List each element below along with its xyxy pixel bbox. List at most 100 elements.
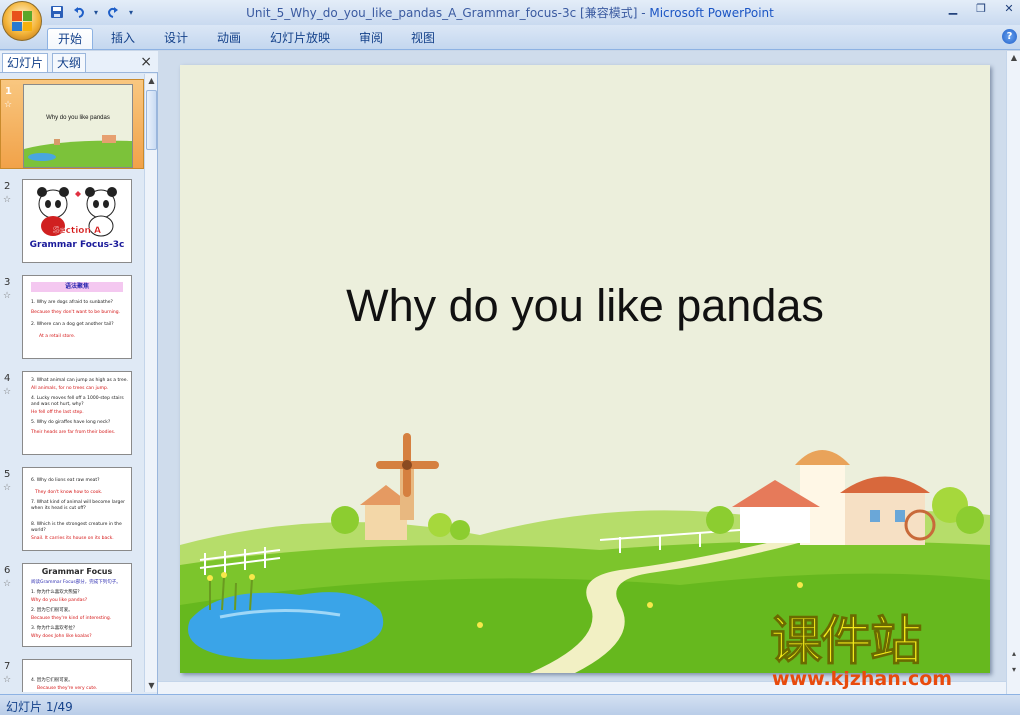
slide-preview: 4. 因为它们很可爱。 Because they're very cute.: [22, 659, 132, 692]
landscape-illustration: [180, 433, 990, 673]
tab-slideshow[interactable]: 幻灯片放映: [262, 28, 338, 49]
preview-text: At a retail store.: [39, 334, 76, 339]
powerpoint-window: { "window": { "title_prefix": "Unit_5_Wh…: [0, 0, 1020, 715]
preview-text: They don't know how to cook.: [35, 490, 103, 495]
scrollbar-thumb[interactable]: [146, 90, 157, 150]
preview-line-2: Grammar Focus-3c: [29, 240, 125, 250]
tab-insert[interactable]: 插入: [100, 28, 146, 49]
preview-text: Why do you like pandas?: [31, 598, 88, 603]
preview-landscape: [24, 135, 132, 167]
animation-star-icon: ☆: [4, 100, 13, 110]
scroll-up-icon[interactable]: ▲: [1007, 51, 1020, 64]
dropdown-icon[interactable]: ▾: [92, 3, 100, 21]
slide-counter: 幻灯片 1/49: [6, 700, 73, 714]
slide-preview: Why do you like pandas: [23, 84, 133, 168]
animation-star-icon: ☆: [3, 195, 12, 205]
restore-icon[interactable]: ❐: [974, 2, 988, 16]
preview-text: 4. Lucky moves fell off a 1000-step stai…: [31, 396, 124, 401]
panel-tabs: 幻灯片 大纲 ×: [0, 51, 158, 73]
preview-text: 8. Which is the strongest creature in th…: [31, 522, 122, 527]
tab-home[interactable]: 开始: [47, 28, 93, 49]
preview-text: He fell off the last step.: [31, 410, 84, 415]
slide-thumbnail-3[interactable]: 3 ☆ 语法聚焦 1. Why are dogs afraid to sunba…: [0, 271, 144, 361]
next-slide-icon[interactable]: ▾: [1007, 663, 1020, 676]
save-icon[interactable]: [48, 3, 66, 21]
tab-view[interactable]: 视图: [400, 28, 446, 49]
preview-line-1: Section A: [53, 226, 101, 236]
slide-editor: Why do you like pandas ▲ ▴ ▾: [158, 51, 1020, 694]
window-controls: ▁ ❐ ✕: [946, 2, 1016, 16]
preview-text: Why does John like koalas?: [31, 634, 92, 639]
preview-text: 2. Where can a dog get another tail?: [31, 322, 114, 327]
animation-star-icon: ☆: [3, 675, 12, 685]
slide-number: 2: [4, 181, 11, 192]
tab-slides[interactable]: 幻灯片: [2, 53, 49, 72]
watermark: 课件站 www.kjzhan.com: [769, 614, 1006, 692]
slide-thumbnail-5[interactable]: 5 ☆ 6. Why do lions eat raw meat? They d…: [0, 463, 144, 553]
preview-text: 5. Why do giraffes have long neck?: [31, 420, 111, 425]
preview-text: when its head is cut off?: [31, 506, 86, 511]
preview-text: 3. What animal can jump as high as a tre…: [31, 378, 128, 383]
slide-preview: 3. What animal can jump as high as a tre…: [22, 371, 132, 455]
slides-panel: 幻灯片 大纲 × 1 ☆ Why do you like pandas 2 ☆: [0, 51, 158, 694]
current-slide[interactable]: Why do you like pandas: [180, 65, 990, 673]
quick-access-toolbar: ▾ ▾: [48, 3, 136, 21]
slide-number: 3: [4, 277, 11, 288]
preview-header: Grammar Focus: [41, 567, 113, 576]
panel-close-icon[interactable]: ×: [140, 54, 152, 70]
slide-number: 7: [4, 661, 11, 672]
office-button[interactable]: [2, 1, 42, 41]
slide-preview: Grammar Focus 阅读Grammar Focus部分，完成下列句子。 …: [22, 563, 132, 647]
slide-preview: 6. Why do lions eat raw meat? They don't…: [22, 467, 132, 551]
slide-thumbnail-4[interactable]: 4 ☆ 3. What animal can jump as high as a…: [0, 367, 144, 457]
thumbnail-scrollbar[interactable]: ▲ ▼: [144, 74, 157, 692]
slide-title[interactable]: Why do you like pandas: [180, 280, 990, 332]
thumbnail-list: 1 ☆ Why do you like pandas 2 ☆ Section A…: [0, 74, 144, 692]
animation-star-icon: ☆: [3, 579, 12, 589]
status-bar: 幻灯片 1/49: [0, 694, 1020, 715]
preview-header: 语法聚焦: [31, 282, 123, 292]
preview-text: Because they're kind of interesting.: [31, 616, 112, 621]
preview-text: 阅读Grammar Focus部分，完成下列句子。: [31, 580, 121, 585]
preview-text: 3. 你为什么喜欢考拉？: [31, 626, 78, 631]
preview-text: 7. What kind of animal will become large…: [31, 500, 125, 505]
slide-number: 4: [4, 373, 11, 384]
prev-slide-icon[interactable]: ▴: [1007, 647, 1020, 660]
tab-review[interactable]: 审阅: [348, 28, 394, 49]
preview-text: All animals, for no trees can jump.: [31, 386, 109, 391]
preview-text: 4. 因为它们很可爱。: [31, 678, 73, 683]
preview-text: 6. Why do lions eat raw meat?: [31, 478, 100, 483]
minimize-icon[interactable]: ▁: [946, 2, 960, 16]
slide-thumbnail-7[interactable]: 7 ☆ 4. 因为它们很可爱。 Because they're very cut…: [0, 655, 144, 692]
animation-star-icon: ☆: [3, 387, 12, 397]
slide-preview: Section A Grammar Focus-3c: [22, 179, 132, 263]
animation-star-icon: ☆: [3, 291, 12, 301]
office-logo-icon: [12, 11, 32, 31]
undo-icon[interactable]: [70, 3, 88, 21]
scroll-up-icon[interactable]: ▲: [145, 74, 158, 87]
tab-animation[interactable]: 动画: [206, 28, 252, 49]
scroll-down-icon[interactable]: ▼: [145, 679, 158, 692]
close-icon[interactable]: ✕: [1002, 2, 1016, 16]
slide-thumbnail-6[interactable]: 6 ☆ Grammar Focus 阅读Grammar Focus部分，完成下列…: [0, 559, 144, 649]
watermark-url: www.kjzhan.com: [772, 668, 953, 690]
help-icon[interactable]: ?: [1002, 29, 1017, 44]
slide-number: 1: [5, 86, 12, 97]
redo-icon[interactable]: [104, 3, 122, 21]
preview-text: Because they're very cute.: [37, 686, 98, 691]
preview-text: 2. 因为它们很可爱。: [31, 608, 73, 613]
slide-preview: 语法聚焦 1. Why are dogs afraid to sunbathe?…: [22, 275, 132, 359]
animation-star-icon: ☆: [3, 483, 12, 493]
title-bar: Unit_5_Why_do_you_like_pandas_A_Grammar_…: [0, 0, 1020, 25]
preview-text: Snail. It carries its house on its back.: [31, 536, 114, 541]
slide-number: 6: [4, 565, 11, 576]
tab-outline[interactable]: 大纲: [52, 53, 87, 72]
main-scrollbar[interactable]: ▲ ▴ ▾: [1006, 51, 1020, 694]
preview-text: 1. Why are dogs afraid to sunbathe?: [31, 300, 113, 305]
slide-thumbnail-2[interactable]: 2 ☆ Section A Grammar Focus-3c: [0, 175, 144, 265]
tab-design[interactable]: 设计: [153, 28, 199, 49]
slide-number: 5: [4, 469, 11, 480]
slide-thumbnail-1[interactable]: 1 ☆ Why do you like pandas: [0, 79, 144, 169]
customize-qat-icon[interactable]: ▾: [126, 3, 136, 21]
preview-text: Their heads are far from their bodies.: [31, 430, 116, 435]
